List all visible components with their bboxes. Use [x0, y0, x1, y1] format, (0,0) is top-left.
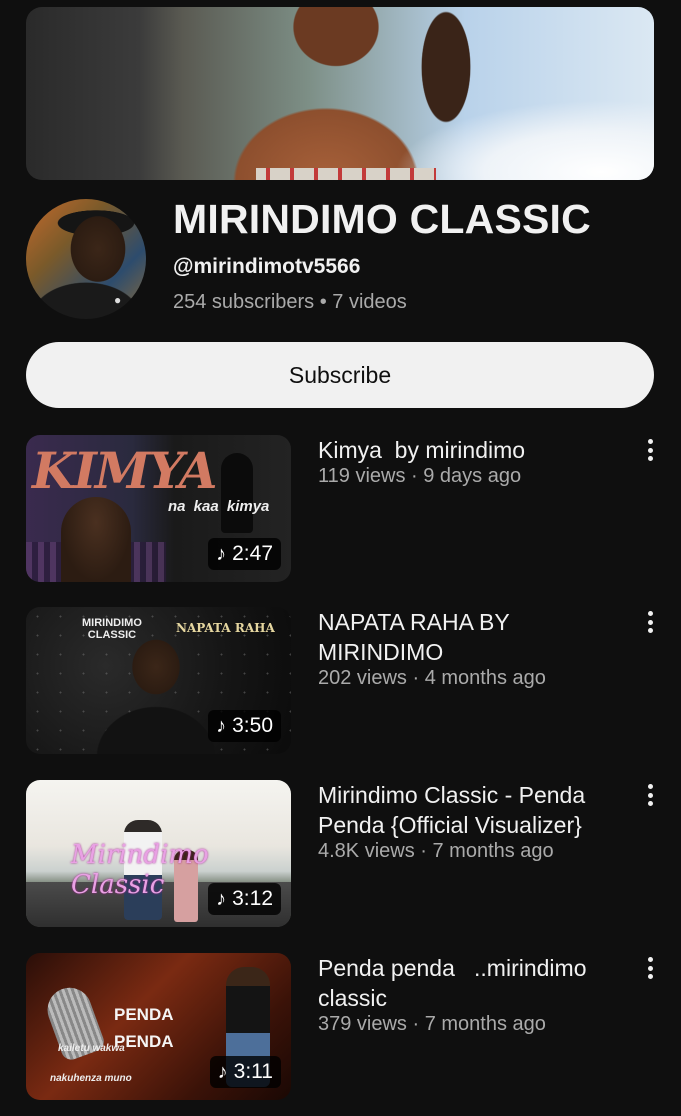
- video-thumbnail[interactable]: MIRINDIMO CLASSIC NAPATA RAHA ♪ 3:50: [26, 607, 291, 754]
- channel-handle: @mirindimotv5566: [173, 255, 361, 278]
- thumb-text: KIMYA: [32, 441, 217, 500]
- more-options-icon[interactable]: [643, 955, 657, 981]
- video-item[interactable]: MIRINDIMO CLASSIC NAPATA RAHA ♪ 3:50 NAP…: [26, 607, 654, 754]
- video-thumbnail[interactable]: KIMYA na kaa kimya ♪ 2:47: [26, 435, 291, 582]
- music-note-icon: ♪: [216, 888, 227, 910]
- thumb-text: nakuhenza muno: [50, 1073, 132, 1084]
- thumb-silhouette: [221, 453, 253, 533]
- more-options-icon[interactable]: [643, 437, 657, 463]
- subscribe-button[interactable]: Subscribe: [26, 342, 654, 408]
- duration-badge: ♪ 2:47: [208, 538, 281, 570]
- video-item[interactable]: Mirindimo Classic ♪ 3:12 Mirindimo Class…: [26, 780, 654, 927]
- video-item[interactable]: PENDA PENDA kailetu wakwa nakuhenza muno…: [26, 953, 654, 1100]
- more-options-icon[interactable]: [643, 609, 657, 635]
- duration-text: 3:11: [233, 1060, 273, 1083]
- duration-text: 3:50: [232, 714, 273, 737]
- video-item[interactable]: KIMYA na kaa kimya ♪ 2:47 Kimya by mirin…: [26, 435, 654, 582]
- duration-text: 3:12: [232, 887, 273, 910]
- music-note-icon: ♪: [216, 543, 227, 565]
- thumb-text: MIRINDIMO CLASSIC: [82, 617, 142, 641]
- music-note-icon: ♪: [217, 1061, 228, 1083]
- video-title[interactable]: Mirindimo Classic - Penda Penda {Officia…: [318, 780, 618, 840]
- duration-text: 2:47: [232, 542, 273, 565]
- video-thumbnail[interactable]: PENDA PENDA kailetu wakwa nakuhenza muno…: [26, 953, 291, 1100]
- video-title[interactable]: NAPATA RAHA BY MIRINDIMO: [318, 607, 618, 667]
- music-note-icon: ♪: [216, 715, 227, 737]
- thumb-text: NAPATA RAHA: [176, 621, 275, 635]
- video-meta: 4.8K views · 7 months ago: [318, 840, 554, 862]
- channel-banner: [26, 7, 654, 180]
- channel-name: MIRINDIMO CLASSIC: [173, 196, 591, 242]
- thumb-person: [61, 497, 131, 582]
- duration-badge: ♪ 3:11: [209, 1056, 281, 1088]
- channel-avatar[interactable]: ●: [26, 199, 146, 319]
- video-title[interactable]: Penda penda ..mirindimo classic: [318, 953, 618, 1013]
- more-options-icon[interactable]: [643, 782, 657, 808]
- video-title[interactable]: Kimya by mirindimo: [318, 435, 618, 465]
- banner-dress-pattern: [256, 168, 436, 180]
- video-meta: 379 views · 7 months ago: [318, 1013, 546, 1035]
- duration-badge: ♪ 3:12: [208, 883, 281, 915]
- microphone-icon: ●: [114, 293, 122, 307]
- video-thumbnail[interactable]: Mirindimo Classic ♪ 3:12: [26, 780, 291, 927]
- thumb-text: kailetu wakwa: [58, 1043, 125, 1054]
- channel-meta: 254 subscribers • 7 videos: [173, 291, 407, 313]
- thumb-person: [96, 637, 226, 754]
- video-meta: 119 views · 9 days ago: [318, 465, 522, 487]
- thumb-text: na kaa kimya: [168, 498, 270, 515]
- video-meta: 202 views · 4 months ago: [318, 667, 546, 689]
- duration-badge: ♪ 3:50: [208, 710, 281, 742]
